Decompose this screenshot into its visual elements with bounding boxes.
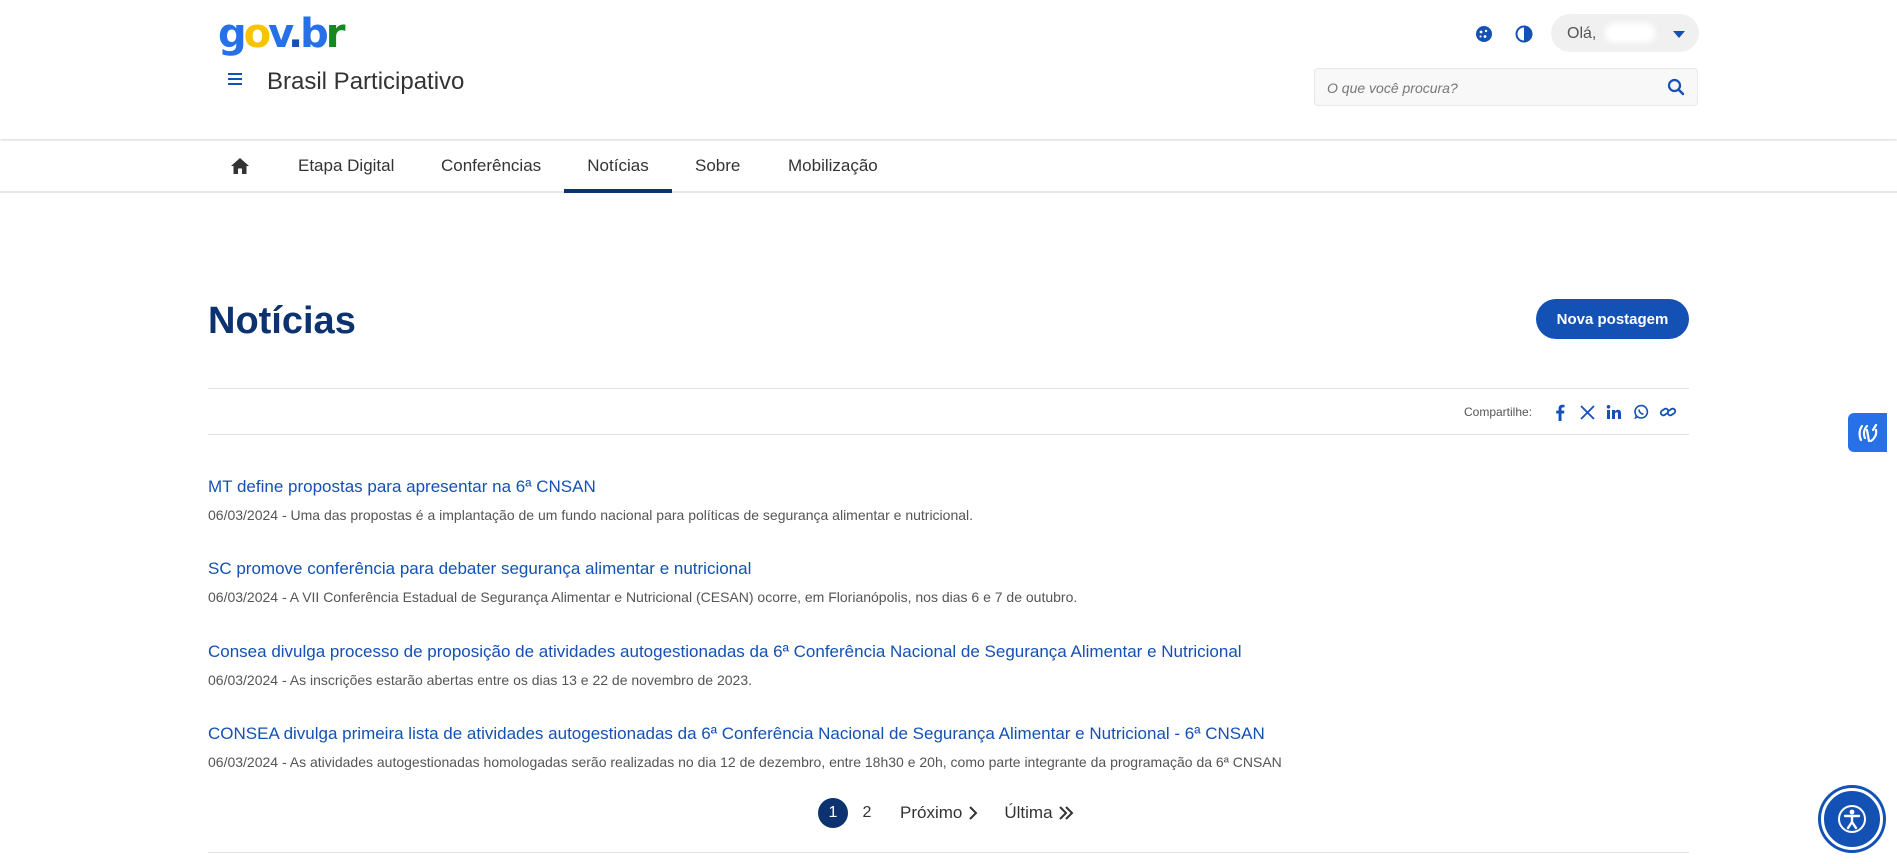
next-page-label: Próximo (900, 803, 963, 822)
user-greeting: Olá, (1567, 25, 1597, 42)
pagination: 1 2 Próximo Última (818, 798, 1074, 828)
x-twitter-icon[interactable] (1578, 403, 1596, 421)
nav-item-conferencias[interactable]: Conferências (441, 141, 541, 191)
menu-icon[interactable] (224, 70, 246, 92)
site-title[interactable]: Brasil Participativo (267, 68, 464, 96)
news-item: Consea divulga processo de proposição de… (208, 642, 1689, 688)
nav-item-etapa-digital[interactable]: Etapa Digital (298, 141, 394, 191)
news-meta: 06/03/2024 - Uma das propostas é a impla… (208, 507, 974, 523)
page-2-button[interactable]: 2 (852, 798, 882, 828)
user-menu-button[interactable]: Olá, (1551, 14, 1699, 52)
news-title-link[interactable]: SC promove conferência para debater segu… (208, 559, 751, 579)
main-nav: Etapa Digital Conferências Notícias Sobr… (0, 141, 1897, 193)
contrast-icon[interactable] (1512, 22, 1536, 46)
news-meta: 06/03/2024 - A VII Conferência Estadual … (208, 589, 1078, 605)
news-meta: 06/03/2024 - As atividades autogestionad… (208, 754, 1282, 770)
govbr-logo[interactable]: gov.br (218, 12, 345, 56)
nav-item-sobre[interactable]: Sobre (695, 141, 740, 191)
divider (208, 388, 1689, 389)
site-header: gov.br Brasil Participativo Olá, (0, 0, 1897, 139)
double-chevron-right-icon (1058, 806, 1073, 820)
last-page-link[interactable]: Última (1004, 803, 1073, 823)
chevron-right-icon (969, 806, 978, 820)
news-title-link[interactable]: CONSEA divulga primeira lista de ativida… (208, 724, 1265, 744)
copy-link-icon[interactable] (1659, 403, 1677, 421)
accessibility-icon[interactable] (1821, 788, 1883, 850)
divider (208, 434, 1689, 435)
news-item: MT define propostas para apresentar na 6… (208, 477, 1689, 523)
news-title-link[interactable]: MT define propostas para apresentar na 6… (208, 477, 596, 497)
search-input[interactable] (1325, 69, 1659, 107)
divider (208, 852, 1689, 853)
last-page-label: Última (1004, 803, 1053, 822)
share-label: Compartilhe: (1464, 405, 1533, 419)
nav-item-noticias[interactable]: Notícias (564, 141, 672, 193)
libras-sign-language-icon[interactable] (1848, 413, 1887, 452)
news-meta: 06/03/2024 - As inscrições estarão abert… (208, 672, 753, 688)
whatsapp-icon[interactable] (1632, 403, 1650, 421)
search-icon[interactable] (1667, 78, 1685, 101)
next-page-link[interactable]: Próximo (900, 803, 978, 823)
user-name-redacted (1605, 23, 1655, 43)
news-item: CONSEA divulga primeira lista de ativida… (208, 724, 1689, 770)
cookie-icon[interactable] (1472, 22, 1496, 46)
news-item: SC promove conferência para debater segu… (208, 559, 1689, 605)
caret-down-icon (1673, 31, 1685, 38)
page-1-button[interactable]: 1 (818, 798, 848, 828)
facebook-icon[interactable] (1551, 403, 1569, 421)
page-title: Notícias (208, 300, 356, 342)
new-post-button[interactable]: Nova postagem (1536, 299, 1689, 339)
home-icon[interactable] (230, 157, 250, 180)
linkedin-icon[interactable] (1605, 403, 1623, 421)
news-title-link[interactable]: Consea divulga processo de proposição de… (208, 642, 1242, 662)
search-box (1314, 68, 1698, 107)
share-bar: Compartilhe: (1464, 402, 1677, 422)
nav-item-mobilizacao[interactable]: Mobilização (788, 141, 878, 191)
